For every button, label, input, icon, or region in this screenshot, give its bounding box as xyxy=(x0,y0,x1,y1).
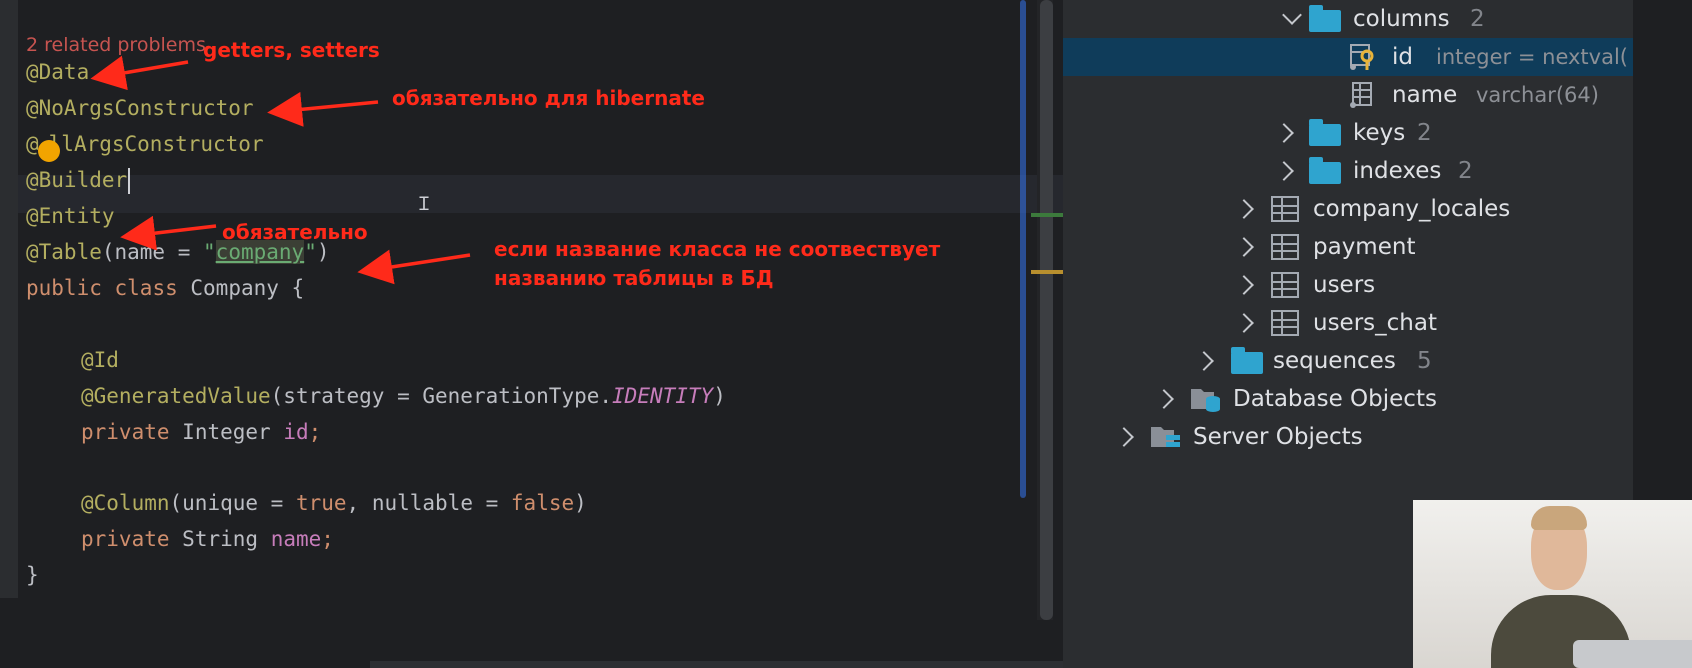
note-required: обязательно xyxy=(222,220,368,244)
tree-item-columns[interactable]: columns 2 xyxy=(1063,0,1633,38)
tree-label: id xyxy=(1392,44,1413,70)
tree-item-payment[interactable]: payment xyxy=(1063,228,1633,266)
note-getters-setters: getters, setters xyxy=(203,38,380,62)
note-hibernate: обязательно для hibernate xyxy=(392,86,705,110)
tree-label: Database Objects xyxy=(1233,386,1437,412)
column-type: varchar(64) xyxy=(1476,83,1599,107)
webcam-overlay xyxy=(1413,500,1692,668)
table-icon xyxy=(1271,234,1299,260)
note-table-line2: названию таблицы в БД xyxy=(494,266,774,290)
tree-label: columns xyxy=(1353,6,1450,32)
table-icon xyxy=(1271,310,1299,336)
tree-count: 2 xyxy=(1470,6,1485,32)
arrow-hibernate xyxy=(267,91,379,127)
presenter-hair xyxy=(1531,506,1587,530)
tree-item-indexes[interactable]: indexes 2 xyxy=(1063,152,1633,190)
tree-count: 5 xyxy=(1417,348,1432,374)
tree-item-column-id[interactable]: id integer = nextval( xyxy=(1063,38,1633,76)
tree-label: keys xyxy=(1353,120,1406,146)
chevron-right-icon[interactable] xyxy=(1114,427,1134,447)
tree-label: users xyxy=(1313,272,1376,298)
tree-item-server-objects[interactable]: Server Objects xyxy=(1063,418,1633,456)
tree-item-users[interactable]: users xyxy=(1063,266,1633,304)
database-objects-icon xyxy=(1191,389,1220,412)
folder-icon xyxy=(1309,119,1341,146)
primary-key-column-icon xyxy=(1350,44,1374,70)
tree-label: company_locales xyxy=(1313,196,1511,222)
tree-label: users_chat xyxy=(1313,310,1437,336)
arrow-table xyxy=(357,249,471,285)
tree-label: Server Objects xyxy=(1193,424,1363,450)
chevron-right-icon[interactable] xyxy=(1234,313,1254,333)
tree-label: payment xyxy=(1313,234,1416,260)
chevron-right-icon[interactable] xyxy=(1274,161,1294,181)
tree-label: indexes xyxy=(1353,158,1442,184)
folder-icon xyxy=(1231,347,1263,374)
server-objects-icon xyxy=(1151,427,1180,447)
chevron-right-icon[interactable] xyxy=(1274,123,1294,143)
tree-item-keys[interactable]: keys 2 xyxy=(1063,114,1633,152)
tree-item-users-chat[interactable]: users_chat xyxy=(1063,304,1633,342)
table-icon xyxy=(1271,196,1299,222)
tree-item-database-objects[interactable]: Database Objects xyxy=(1063,380,1633,418)
arrow-entity xyxy=(120,215,217,251)
tree-label: sequences xyxy=(1273,348,1396,374)
note-table-line1: если название класса не соотвествует xyxy=(494,237,941,261)
tree-count: 2 xyxy=(1417,120,1432,146)
chevron-right-icon[interactable] xyxy=(1234,237,1254,257)
tree-item-column-name[interactable]: name varchar(64) xyxy=(1063,76,1633,114)
column-type: integer = nextval( xyxy=(1436,45,1628,69)
chevron-right-icon[interactable] xyxy=(1234,275,1254,295)
folder-icon xyxy=(1309,5,1341,32)
tree-label: name xyxy=(1392,82,1458,108)
chevron-down-icon[interactable] xyxy=(1282,5,1302,25)
tree-item-company-locales[interactable]: company_locales xyxy=(1063,190,1633,228)
arrow-getters-setters xyxy=(90,55,189,91)
chevron-right-icon[interactable] xyxy=(1154,389,1174,409)
chevron-right-icon[interactable] xyxy=(1194,351,1214,371)
tree-item-sequences[interactable]: sequences 5 xyxy=(1063,342,1633,380)
table-icon xyxy=(1271,272,1299,298)
folder-icon xyxy=(1309,157,1341,184)
chevron-right-icon[interactable] xyxy=(1234,199,1254,219)
laptop xyxy=(1573,640,1692,668)
tree-count: 2 xyxy=(1458,158,1473,184)
column-icon xyxy=(1350,82,1372,108)
